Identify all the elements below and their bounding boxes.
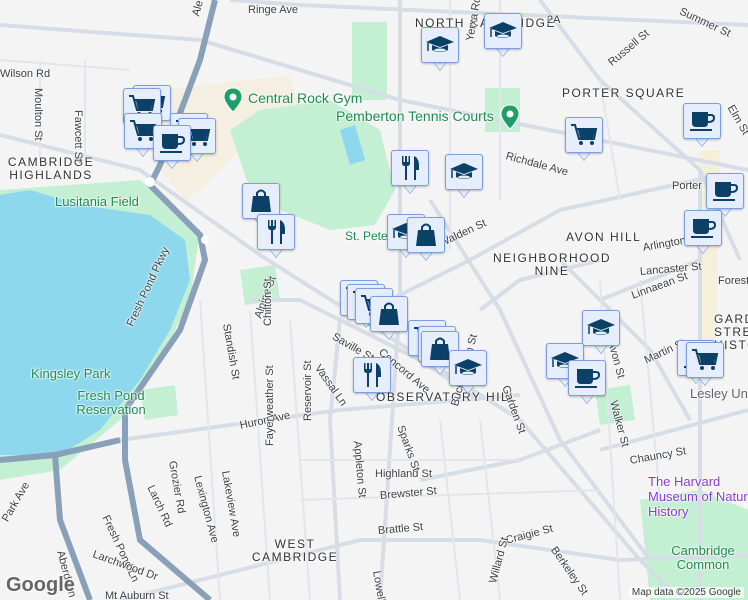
map-marker[interactable] [565, 117, 603, 161]
shopping-bag-icon [370, 296, 408, 332]
map-marker[interactable] [407, 217, 445, 261]
coffee-cup-icon [568, 360, 606, 396]
street-label: Fawcett St [72, 110, 84, 162]
park-label: Cambridge Common [671, 543, 735, 572]
map-marker[interactable] [445, 154, 483, 198]
park-label: Fresh Pond Reservation [76, 388, 146, 417]
map-marker[interactable] [683, 103, 721, 147]
neighborhood-label: OBSERVATORY HILL [376, 390, 518, 404]
graduation-cap-icon [421, 27, 459, 63]
street-label: Highland St [375, 468, 432, 480]
street-label: Fayerweather St [264, 365, 276, 446]
street-label: Reservoir St [302, 360, 314, 421]
graduation-cap-icon [582, 310, 620, 346]
fork-knife-icon [353, 357, 391, 393]
shopping-bag-icon [407, 217, 445, 253]
map-attribution[interactable]: Map data ©2025 Google [628, 587, 744, 598]
map-marker[interactable] [153, 125, 191, 169]
street-label: Wilson Rd [0, 68, 51, 80]
poi-label[interactable]: Pemberton Tennis Courts [336, 108, 494, 124]
map-marker[interactable] [582, 310, 620, 354]
street-label: Moulton St [32, 88, 44, 141]
google-logo: Google [6, 574, 75, 596]
street-label: Mt Auburn St [105, 590, 169, 600]
neighborhood-label: WEST CAMBRIDGE [251, 537, 339, 564]
map-marker[interactable] [421, 27, 459, 71]
neighborhood-label: AVON HILL [566, 230, 642, 244]
map-marker[interactable] [449, 350, 487, 394]
landmark-label[interactable]: The Harvard Museum of Natural History [648, 474, 748, 519]
graduation-cap-icon [484, 13, 522, 49]
map-marker[interactable] [370, 296, 408, 340]
coffee-cup-icon [706, 173, 744, 209]
street-label: Porter [672, 180, 702, 192]
map-marker[interactable] [353, 357, 391, 401]
fork-knife-icon [391, 150, 429, 186]
coffee-cup-icon [153, 125, 191, 161]
map-marker[interactable] [391, 150, 429, 194]
coffee-cup-icon [683, 103, 721, 139]
street-label: Chilton St [262, 278, 274, 326]
map-marker[interactable] [484, 13, 522, 57]
poi-label[interactable]: Central Rock Gym [248, 90, 362, 106]
shopping-cart-icon [565, 117, 603, 153]
location-pin-icon[interactable] [500, 104, 520, 130]
park-label: Lusitania Field [55, 194, 139, 209]
graduation-cap-icon [449, 350, 487, 386]
coffee-cup-icon [684, 210, 722, 246]
location-pin-icon[interactable] [223, 87, 243, 113]
neighborhood-label: NEIGHBORHOOD NINE [492, 251, 611, 278]
graduation-cap-icon [445, 154, 483, 190]
map-marker[interactable] [568, 360, 606, 404]
map-marker[interactable] [686, 342, 724, 386]
park-label: Kingsley Park [31, 366, 111, 381]
street-label: 2A [547, 14, 561, 26]
street-label: Ringe Ave [248, 4, 298, 16]
shopping-cart-icon [686, 342, 724, 378]
neighborhood-label: PORTER SQUARE [562, 86, 686, 100]
map-canvas[interactable]: NORTH CAMBRIDGE PORTER SQUARE CAMBRIDGE … [0, 0, 748, 600]
map-marker[interactable] [257, 214, 295, 258]
street-label: Forest St [718, 275, 748, 287]
landmark-label[interactable]: Lesley University [690, 386, 748, 401]
fork-knife-icon [257, 214, 295, 250]
map-marker[interactable] [684, 210, 722, 254]
